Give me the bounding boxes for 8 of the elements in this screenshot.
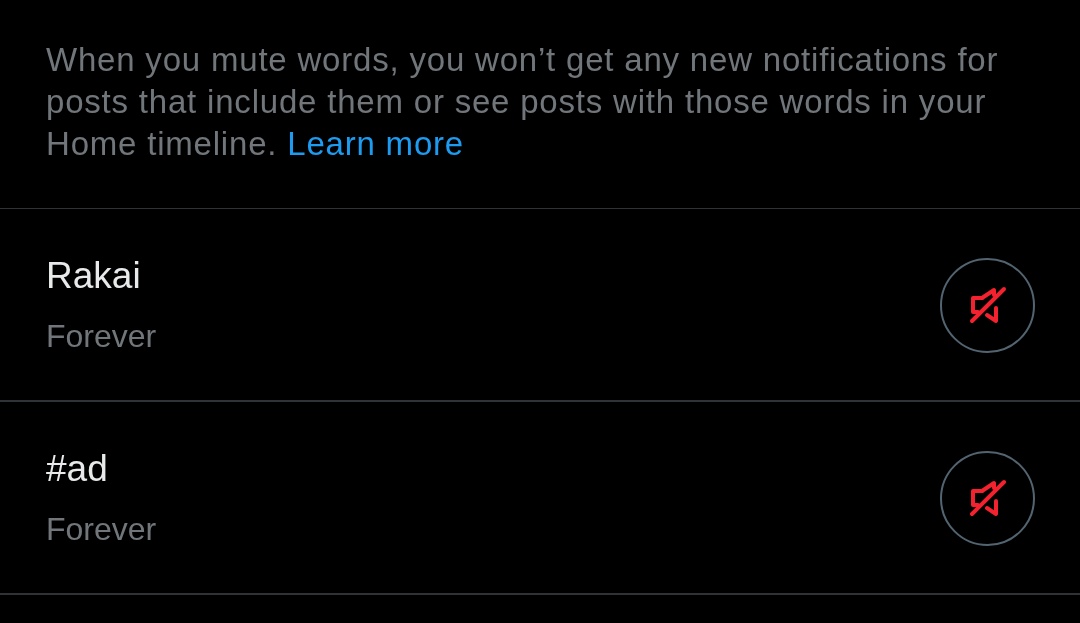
mute-duration: Forever (46, 510, 157, 549)
muted-word: Rakai (46, 254, 142, 298)
unmute-button[interactable] (940, 257, 1035, 353)
unmute-button[interactable] (940, 450, 1035, 546)
mute-duration: Forever (46, 317, 157, 356)
learn-more-link[interactable]: Learn more (287, 125, 464, 162)
description-text: When you mute words, you won’t get any new notifications for posts that include them or see posts with those words in your Home timeline. Learn more (0, 0, 1080, 209)
muted-word: #ad (46, 447, 109, 491)
